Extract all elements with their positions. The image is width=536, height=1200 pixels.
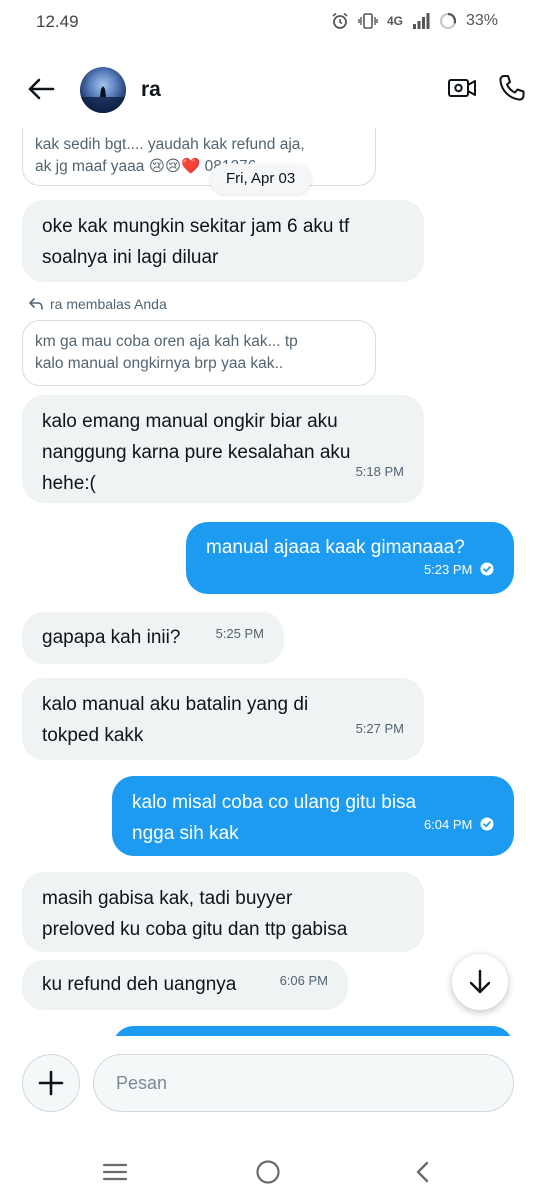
quoted-text-line: kak sedih bgt.... yaudah kak refund aja, bbox=[35, 136, 305, 153]
date-separator: Fri, Apr 03 bbox=[210, 164, 312, 194]
incoming-message[interactable]: masih gabisa kak, tadi buyyer preloved k… bbox=[22, 872, 424, 952]
status-icons: 4G 33% bbox=[331, 12, 498, 30]
message-text: soalnya ini lagi diluar bbox=[42, 247, 219, 268]
message-text: nanggung karna pure kesalahan aku bbox=[42, 442, 351, 463]
contact-name[interactable]: ra bbox=[141, 78, 161, 102]
chat-header: ra bbox=[0, 58, 536, 122]
avatar-image bbox=[80, 86, 126, 113]
message-text: kalo manual aku batalin yang di bbox=[42, 694, 309, 715]
message-list[interactable]: kak sedih bgt.... yaudah kak refund aja,… bbox=[0, 128, 536, 1036]
check-circle-icon bbox=[480, 562, 494, 576]
add-attachment-button[interactable] bbox=[22, 1054, 80, 1112]
back-button[interactable] bbox=[24, 72, 58, 106]
message-text: hehe:( bbox=[42, 473, 96, 494]
message-timestamp: 5:23 PM bbox=[424, 554, 494, 585]
video-camera-icon bbox=[448, 79, 476, 97]
phone-icon bbox=[499, 75, 525, 101]
message-text: preloved ku coba gitu dan ttp gabisa bbox=[42, 919, 348, 940]
signal-icon bbox=[412, 13, 430, 29]
reply-label: ra membalas Anda bbox=[28, 296, 167, 312]
reply-arrow-icon bbox=[29, 298, 43, 310]
message-timestamp: 5:25 PM bbox=[215, 626, 264, 641]
quoted-message[interactable]: kak sedih bgt.... yaudah kak refund aja,… bbox=[22, 128, 376, 186]
alarm-icon bbox=[332, 12, 348, 29]
arrow-down-icon bbox=[469, 969, 491, 994]
voice-call-button[interactable] bbox=[496, 72, 530, 106]
battery-icon bbox=[439, 12, 457, 30]
quoted-text-line: ak jg maaf yaaa 😢😢❤️ 081276... bbox=[35, 158, 270, 175]
quoted-text-line: kalo manual ongkirnya brp yaa kak.. bbox=[35, 355, 284, 372]
message-timestamp: 5:27 PM bbox=[355, 721, 404, 736]
network-type: 4G bbox=[386, 14, 403, 28]
incoming-message[interactable]: gapapa kah inii? 5:25 PM bbox=[22, 612, 284, 664]
message-timestamp: 6:04 PM bbox=[424, 809, 494, 840]
nav-back-button[interactable] bbox=[408, 1157, 438, 1187]
scroll-to-bottom-button[interactable] bbox=[452, 954, 508, 1010]
incoming-message[interactable]: kalo manual aku batalin yang di tokped k… bbox=[22, 678, 424, 760]
system-nav-bar bbox=[0, 1140, 536, 1200]
battery-level: 33% bbox=[465, 12, 498, 29]
timestamp-text: 6:04 PM bbox=[423, 817, 473, 832]
message-timestamp: 6:06 PM bbox=[279, 973, 328, 988]
plus-icon bbox=[38, 1070, 64, 1096]
message-text: ku refund deh uangnya bbox=[42, 974, 237, 995]
message-text: oke kak mungkin sekitar jam 6 aku tf bbox=[42, 216, 350, 237]
status-bar: 12.49 4G 33% bbox=[0, 0, 536, 46]
avatar[interactable] bbox=[80, 67, 126, 113]
check-circle-icon bbox=[480, 817, 494, 831]
home-button[interactable] bbox=[253, 1157, 283, 1187]
message-text: gapapa kah inii? bbox=[42, 627, 181, 648]
quoted-text-line: km ga mau coba oren aja kah kak... tp bbox=[35, 333, 298, 350]
incoming-message[interactable]: ku refund deh uangnya 6:06 PM bbox=[22, 960, 348, 1010]
message-text: kalo emang manual ongkir biar aku bbox=[42, 411, 338, 432]
incoming-message[interactable]: oke kak mungkin sekitar jam 6 aku tf soa… bbox=[22, 200, 424, 282]
message-text: masih gabisa kak, tadi buyyer bbox=[42, 888, 293, 909]
video-call-button[interactable] bbox=[446, 72, 480, 106]
timestamp-text: 5:23 PM bbox=[423, 562, 473, 577]
reply-label-text: ra membalas Anda bbox=[50, 296, 167, 312]
recent-apps-button[interactable] bbox=[100, 1157, 130, 1187]
incoming-message[interactable]: kalo emang manual ongkir biar aku nanggu… bbox=[22, 395, 424, 503]
chevron-left-icon bbox=[416, 1161, 429, 1183]
quoted-message[interactable]: km ga mau coba oren aja kah kak... tp ka… bbox=[22, 320, 376, 386]
menu-icon bbox=[102, 1163, 128, 1181]
outgoing-message[interactable]: kalo misal coba co ulang gitu bisa ngga … bbox=[112, 776, 514, 856]
arrow-left-icon bbox=[28, 78, 55, 100]
outgoing-message[interactable] bbox=[112, 1026, 514, 1036]
message-input[interactable] bbox=[93, 1054, 514, 1112]
status-time: 12.49 bbox=[36, 12, 79, 31]
message-timestamp: 5:18 PM bbox=[355, 464, 404, 479]
vibrate-icon bbox=[358, 13, 378, 29]
home-circle-icon bbox=[256, 1160, 280, 1184]
outgoing-message[interactable]: manual ajaaa kaak gimanaaa? 5:23 PM bbox=[186, 522, 514, 594]
message-text: tokped kakk bbox=[42, 725, 144, 746]
